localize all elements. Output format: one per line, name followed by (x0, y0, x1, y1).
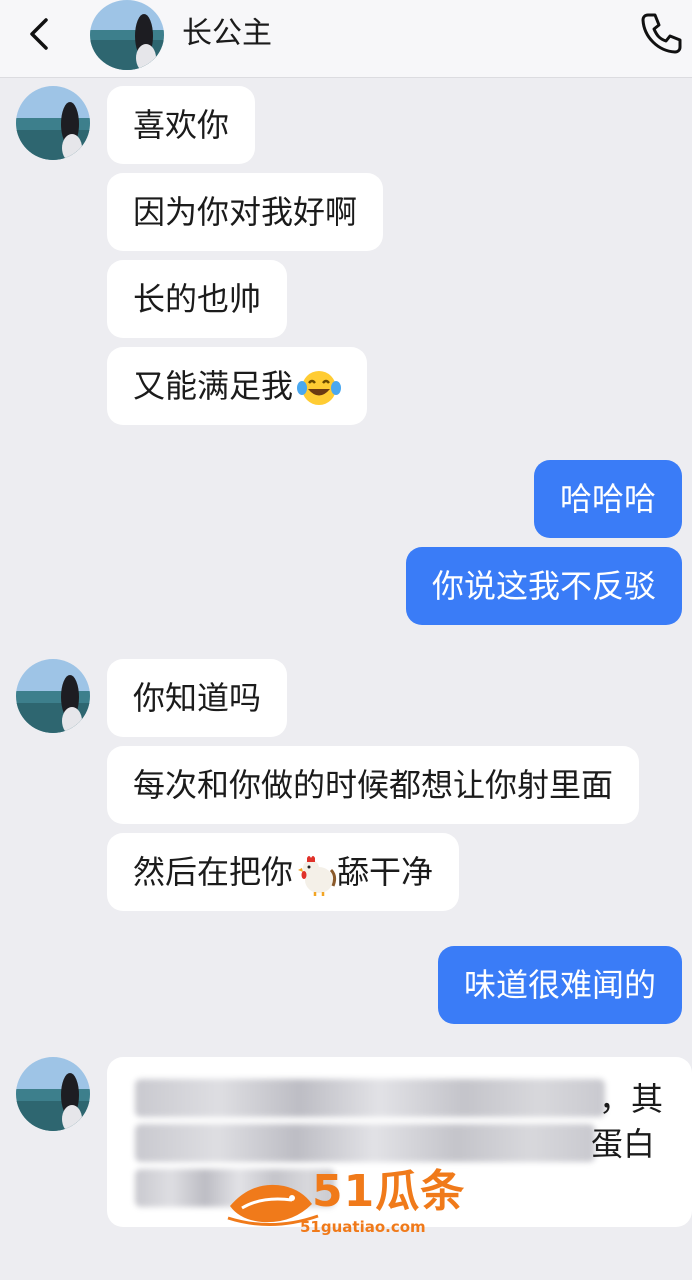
message-text: 然后在把你 (133, 853, 294, 891)
tears-of-joy-emoji (297, 371, 342, 405)
message-text-continued: 舔干净 (337, 853, 434, 891)
message-bubble-outgoing[interactable]: 味道很难闻的 (437, 946, 682, 1024)
chevron-left-icon[interactable] (22, 14, 56, 54)
contact-avatar[interactable] (16, 86, 90, 160)
message-text: 味道很难闻的 (463, 966, 656, 1004)
message-bubble-outgoing[interactable]: 你说这我不反驳 (405, 547, 682, 625)
phone-icon[interactable] (638, 10, 684, 56)
message-bubble-incoming[interactable]: 然后在把你 舔干净 (107, 833, 460, 911)
chat-header: 长公主 (0, 0, 692, 78)
blurred-text-line (135, 1079, 605, 1117)
visible-text-fragment: ，其 (599, 1080, 664, 1118)
message-bubble-outgoing[interactable]: 哈哈哈 (533, 460, 682, 538)
message-bubble-incoming[interactable]: 又能满足我 (107, 347, 368, 425)
contact-avatar[interactable] (16, 1057, 90, 1131)
message-bubble-incoming[interactable]: 每次和你做的时候都想让你射里面 (107, 746, 640, 824)
message-text: 又能满足我 (133, 367, 294, 405)
message-bubble-incoming[interactable]: 因为你对我好啊 (107, 173, 384, 251)
visible-text-fragment: 蛋白 (591, 1125, 656, 1163)
contact-avatar[interactable] (90, 0, 164, 70)
message-text: 你知道吗 (133, 679, 262, 717)
message-bubble-incoming[interactable]: 你知道吗 (107, 659, 288, 737)
message-text: 长的也帅 (133, 280, 262, 318)
message-text: 哈哈哈 (559, 480, 656, 518)
message-bubble-incoming[interactable]: 长的也帅 (107, 260, 288, 338)
message-text: 每次和你做的时候都想让你射里面 (133, 766, 614, 804)
message-text: 你说这我不反驳 (431, 567, 656, 605)
message-text: 因为你对我好啊 (133, 193, 358, 231)
watermark-url: 51guatiao.com (300, 1218, 426, 1236)
watermark-brand: 51瓜条 (312, 1166, 466, 1217)
message-bubble-incoming[interactable]: 喜欢你 (107, 86, 256, 164)
contact-avatar[interactable] (16, 659, 90, 733)
contact-name: 长公主 (182, 16, 272, 51)
blurred-text-line (135, 1124, 595, 1162)
rooster-emoji (298, 856, 337, 896)
message-text: 喜欢你 (133, 106, 230, 144)
